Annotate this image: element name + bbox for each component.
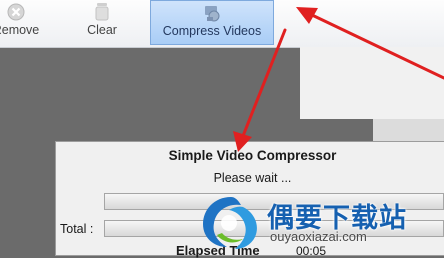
annotation-arrow-down <box>241 28 287 138</box>
watermark-url: ouyaoxiazai.com <box>270 229 367 244</box>
annotation-arrow-top <box>310 13 444 80</box>
annotation-arrowhead-down <box>233 131 252 152</box>
watermark-logo <box>203 197 257 249</box>
